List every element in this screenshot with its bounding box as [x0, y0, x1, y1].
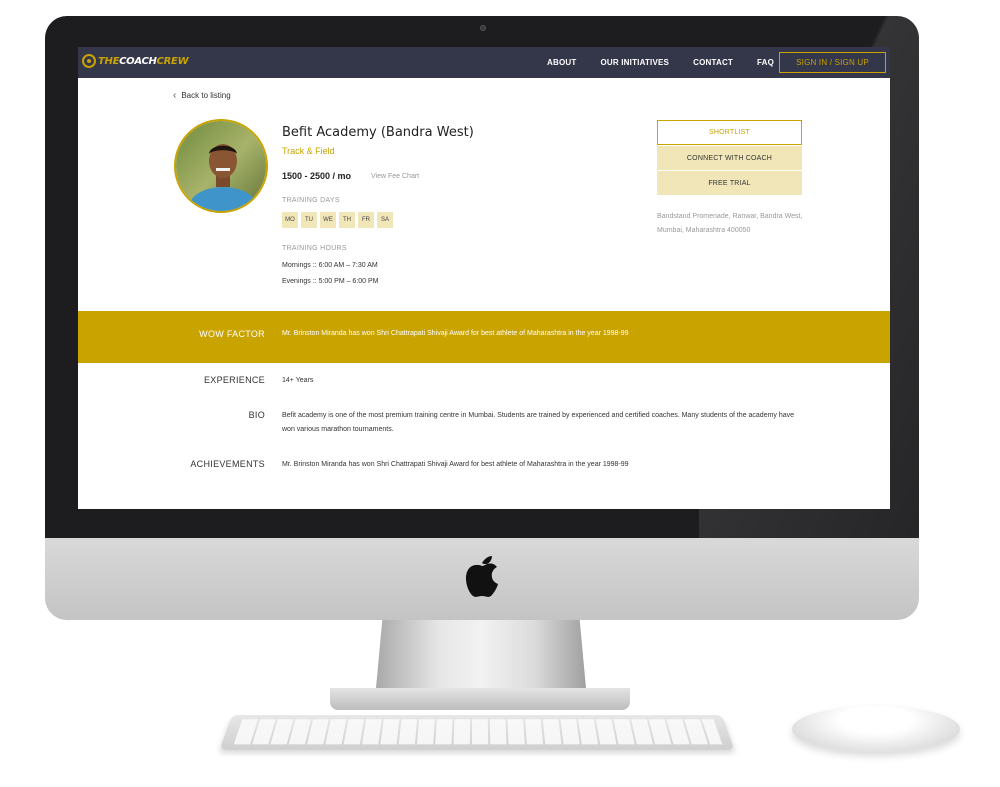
mouse [792, 706, 960, 752]
screen: THECOACHCREW ABOUT OUR INITIATIVES CONTA… [78, 47, 890, 509]
logo-text-part1: THE [98, 55, 120, 67]
achievements-text: Mr. Brinston Miranda has won Shri Chattr… [282, 461, 629, 468]
day-badge: TU [301, 212, 317, 228]
training-days: MO TU WE TH FR SA [282, 212, 396, 228]
view-fee-chart-link[interactable]: View Fee Chart [371, 173, 419, 180]
connect-with-coach-button[interactable]: CONNECT WITH COACH [657, 146, 802, 170]
coach-title: Befit Academy (Bandra West) [282, 125, 474, 140]
coach-sport: Track & Field [282, 146, 335, 156]
bio-label: BIO [248, 410, 265, 420]
day-badge: FR [358, 212, 374, 228]
camera-icon [480, 25, 486, 31]
day-badge: SA [377, 212, 393, 228]
keyboard-keys [231, 719, 723, 745]
experience-value: 14+ Years [282, 377, 314, 384]
coach-fee: 1500 - 2500 / mo [282, 171, 352, 181]
nav-links: ABOUT OUR INITIATIVES CONTACT FAQ [547, 47, 774, 78]
day-badge: WE [320, 212, 336, 228]
nav-link-about[interactable]: ABOUT [547, 58, 576, 67]
logo-text-part3: CREW [156, 55, 189, 67]
nav-link-contact[interactable]: CONTACT [693, 58, 733, 67]
logo-text: THECOACHCREW [98, 55, 189, 67]
coach-avatar [174, 119, 268, 213]
training-hours-label: TRAINING HOURS [282, 245, 347, 252]
evening-hours: Evenings :: 5:00 PM – 6:00 PM [282, 278, 379, 285]
experience-label: EXPERIENCE [203, 375, 265, 385]
apple-logo-icon [465, 556, 498, 597]
back-to-listing-link[interactable]: ‹ Back to listing [173, 90, 231, 101]
wow-factor-label: WOW FACTOR [199, 329, 265, 339]
back-link-label: Back to listing [181, 91, 231, 100]
imac-stand-foot [330, 688, 630, 710]
shortlist-button[interactable]: SHORTLIST [657, 120, 802, 145]
bio-text: Befit academy is one of the most premium… [282, 412, 795, 433]
wow-factor-text: Mr. Brinston Miranda has won Shri Chattr… [282, 330, 629, 337]
coach-address: Bandstand Promenade, Ranwar, Bandra West… [657, 213, 803, 234]
logo[interactable]: THECOACHCREW [82, 54, 189, 68]
coach-photo [176, 121, 266, 211]
nav-link-initiatives[interactable]: OUR INITIATIVES [600, 58, 669, 67]
morning-hours: Mornings :: 6:00 AM – 7:30 AM [282, 262, 378, 269]
wow-factor-band: WOW FACTOR Mr. Brinston Miranda has won … [78, 311, 890, 363]
free-trial-button[interactable]: FREE TRIAL [657, 171, 802, 195]
signin-button[interactable]: SIGN IN / SIGN UP [779, 52, 886, 73]
stopwatch-icon [82, 54, 96, 68]
nav-link-faq[interactable]: FAQ [757, 58, 774, 67]
navbar: THECOACHCREW ABOUT OUR INITIATIVES CONTA… [78, 47, 890, 78]
imac-stand-neck [376, 620, 586, 688]
achievements-label: ACHIEVEMENTS [190, 459, 265, 469]
keyboard [219, 715, 735, 750]
logo-text-part2: COACH [119, 55, 157, 67]
chevron-left-icon: ‹ [173, 90, 177, 101]
day-badge: TH [339, 212, 355, 228]
day-badge: MO [282, 212, 298, 228]
training-days-label: TRAINING DAYS [282, 197, 340, 204]
